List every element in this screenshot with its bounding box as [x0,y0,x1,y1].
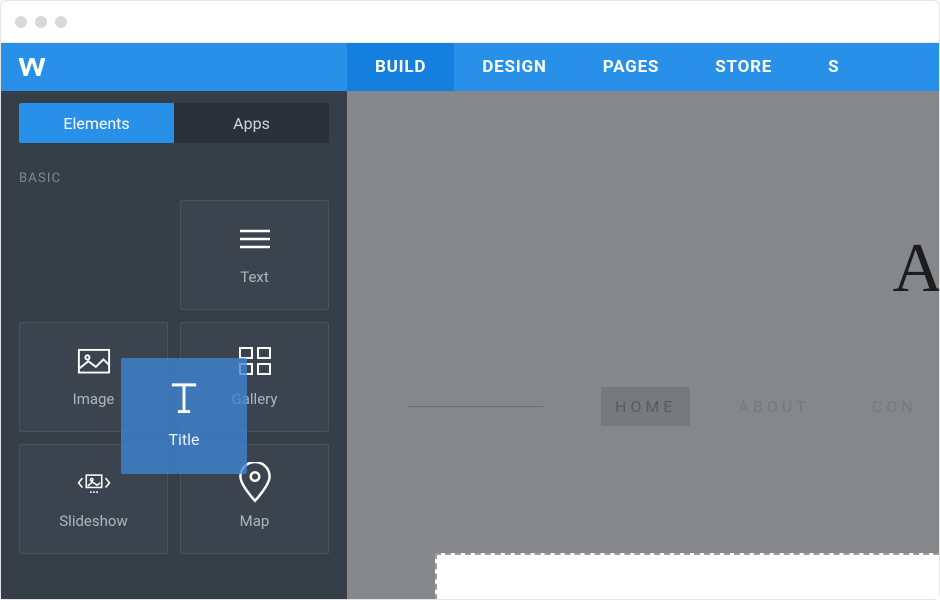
tile-text[interactable]: Text [180,200,329,310]
site-nav-home[interactable]: HOME [601,387,690,426]
slideshow-icon [77,468,111,498]
window-zoom-dot[interactable] [55,16,67,28]
nav-items: BUILD DESIGN PAGES STORE S [347,43,867,91]
divider-line [407,406,543,407]
image-icon [77,346,111,376]
tile-map[interactable]: Map [180,444,329,554]
tile-image[interactable]: Image [19,322,168,432]
nav-design[interactable]: DESIGN [454,43,574,91]
canvas-inner: A HOME ABOUT CON [347,91,939,599]
page-canvas[interactable]: A HOME ABOUT CON [347,91,939,599]
sidebar-tabs: Elements Apps [19,103,329,143]
tile-image-label: Image [73,390,115,408]
tile-text-label: Text [240,268,269,286]
browser-frame: BUILD DESIGN PAGES STORE S Elements Apps… [0,0,940,600]
weebly-logo-icon [17,54,47,80]
tab-apps[interactable]: Apps [174,103,329,143]
elements-sidebar: Elements Apps BASIC [1,91,347,599]
tile-gallery[interactable]: Gallery [180,322,329,432]
text-lines-icon [238,224,272,254]
window-titlebar [1,1,939,43]
nav-truncated[interactable]: S [800,43,867,91]
site-nav-about[interactable]: ABOUT [724,387,823,426]
elements-grid: Text Image [19,200,329,554]
brand-logo[interactable] [1,43,57,91]
site-nav: HOME ABOUT CON [407,387,939,426]
nav-build[interactable]: BUILD [347,43,454,91]
site-nav-contact-truncated[interactable]: CON [858,387,931,426]
tab-elements[interactable]: Elements [19,103,174,143]
nav-store[interactable]: STORE [687,43,800,91]
nav-pages[interactable]: PAGES [575,43,687,91]
app-root: BUILD DESIGN PAGES STORE S Elements Apps… [1,43,939,599]
section-basic-label: BASIC [19,171,329,186]
map-pin-icon [238,468,272,498]
tile-gallery-label: Gallery [232,390,278,408]
tile-title-placeholder [19,200,168,310]
window-close-dot[interactable] [15,16,27,28]
tile-slideshow-label: Slideshow [59,512,127,530]
site-title-partial: A [892,229,939,309]
window-minimize-dot[interactable] [35,16,47,28]
element-dropzone[interactable] [435,553,939,599]
nav-spacer [57,43,347,91]
gallery-grid-icon [238,346,272,376]
app-body: Elements Apps BASIC [1,91,939,599]
tile-map-label: Map [240,512,270,530]
tile-slideshow[interactable]: Slideshow [19,444,168,554]
top-nav: BUILD DESIGN PAGES STORE S [1,43,939,91]
